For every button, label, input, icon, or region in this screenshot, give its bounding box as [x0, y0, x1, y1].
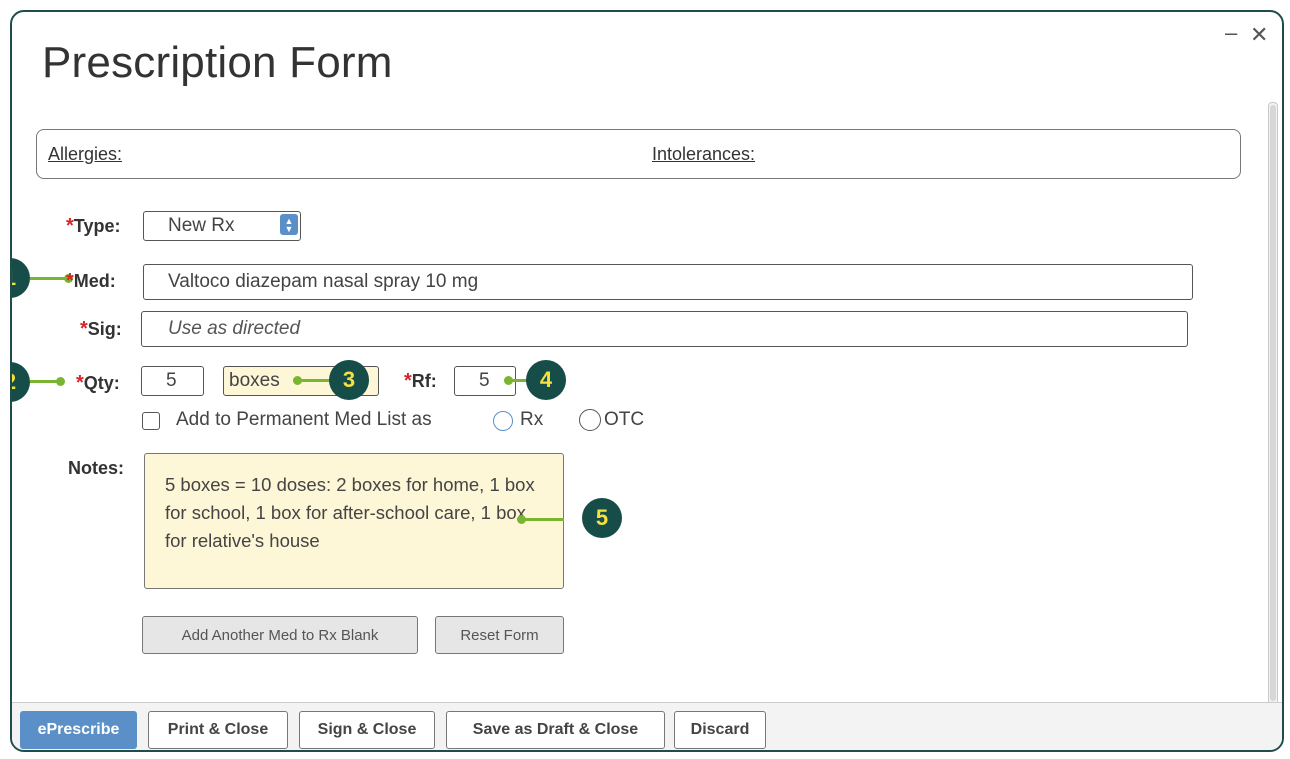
qty-input-value: 5	[166, 370, 177, 391]
rf-field-label: *Rf:	[404, 370, 437, 393]
radio-rx-label: Rx	[520, 409, 544, 430]
notes-textarea[interactable]: 5 boxes = 10 doses: 2 boxes for home, 1 …	[144, 453, 564, 589]
type-select-value: New Rx	[168, 215, 235, 236]
callout-badge-2: 2	[12, 362, 30, 402]
minimize-icon[interactable]: –	[1225, 22, 1237, 44]
type-select[interactable]: New Rx ▲ ▼	[143, 211, 301, 241]
intolerances-label[interactable]: Intolerances:	[652, 144, 755, 165]
print-close-button[interactable]: Print & Close	[148, 711, 288, 749]
page-title: Prescription Form	[42, 38, 393, 87]
discard-button[interactable]: Discard	[674, 711, 766, 749]
permanent-med-list-label: Add to Permanent Med List as	[176, 409, 432, 430]
allergies-label[interactable]: Allergies:	[48, 144, 122, 165]
callout-dot	[56, 377, 65, 386]
rf-label: Rf:	[411, 371, 437, 391]
radio-otc-label: OTC	[604, 409, 645, 430]
sig-label: Sig:	[87, 319, 122, 339]
close-icon[interactable]: ✕	[1250, 24, 1268, 46]
required-marker: *	[76, 372, 84, 394]
scrollbar-thumb[interactable]	[1270, 105, 1276, 701]
callout-connector	[522, 518, 564, 521]
sig-field-label: *Sig:	[80, 318, 122, 341]
allergies-panel: Allergies: Intolerances:	[36, 129, 1241, 179]
footer-action-bar: ePrescribe Print & Close Sign & Close Sa…	[12, 702, 1282, 750]
sig-input[interactable]: Use as directed	[141, 311, 1188, 347]
callout-badge-1: 1	[12, 258, 30, 298]
med-field-label: *Med:	[66, 270, 116, 293]
notes-label: Notes:	[68, 458, 125, 478]
updown-chevron-icon[interactable]: ▲ ▼	[280, 214, 298, 235]
med-input-value: Valtoco diazepam nasal spray 10 mg	[168, 271, 479, 292]
required-marker: *	[66, 270, 74, 292]
vertical-scrollbar[interactable]	[1268, 102, 1278, 708]
save-draft-close-button[interactable]: Save as Draft & Close	[446, 711, 665, 749]
type-field-label: *Type:	[66, 215, 120, 238]
required-marker: *	[66, 215, 74, 237]
qty-unit-value: boxes	[229, 370, 280, 391]
permanent-med-list-checkbox[interactable]	[142, 412, 160, 430]
notes-value: 5 boxes = 10 doses: 2 boxes for home, 1 …	[165, 474, 535, 551]
qty-input[interactable]: 5	[141, 366, 204, 396]
reset-form-button[interactable]: Reset Form	[435, 616, 564, 654]
sig-input-value: Use as directed	[168, 318, 301, 339]
med-input[interactable]: Valtoco diazepam nasal spray 10 mg	[143, 264, 1193, 300]
prescription-form-window: Prescription Form – ✕ Allergies: Intoler…	[10, 10, 1284, 752]
radio-otc[interactable]	[579, 409, 601, 431]
sign-close-button[interactable]: Sign & Close	[299, 711, 435, 749]
callout-badge-4: 4	[526, 360, 566, 400]
required-marker: *	[404, 370, 412, 392]
callout-badge-3: 3	[329, 360, 369, 400]
required-marker: *	[80, 318, 88, 340]
callout-connector	[298, 379, 330, 382]
callout-badge-5: 5	[582, 498, 622, 538]
qty-label: Qty:	[83, 373, 120, 393]
radio-rx[interactable]	[493, 411, 513, 431]
refills-input-value: 5	[479, 370, 490, 391]
med-label: Med:	[73, 271, 116, 291]
type-label: Type:	[73, 216, 121, 236]
add-another-med-button[interactable]: Add Another Med to Rx Blank	[142, 616, 418, 654]
eprescribe-button[interactable]: ePrescribe	[20, 711, 137, 749]
qty-field-label: *Qty:	[76, 372, 120, 395]
notes-field-label: Notes:	[68, 458, 124, 479]
